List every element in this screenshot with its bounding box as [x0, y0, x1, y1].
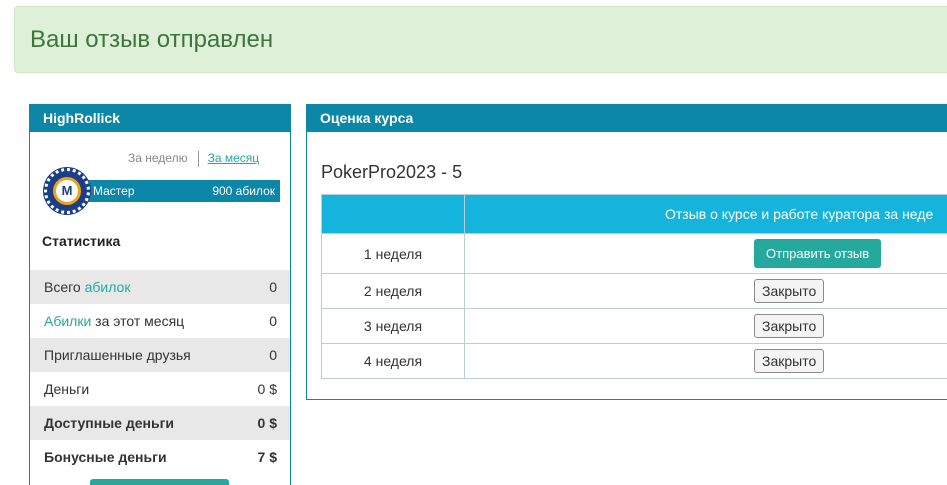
period-switch: За неделю За месяц: [128, 151, 259, 167]
stat-label: за этот месяц: [91, 313, 185, 329]
rank-chip-icon: M: [44, 168, 90, 214]
abilities-month-link[interactable]: Абилки: [44, 313, 91, 329]
period-month-tab[interactable]: За месяц: [208, 151, 260, 165]
abilities-link[interactable]: абилок: [85, 279, 131, 295]
header-review: Отзыв о курсе и работе куратора за неде: [464, 194, 947, 234]
stat-row-available-money: Доступные деньги 0 $: [30, 406, 290, 440]
table-row: 2 неделя Закрыто: [321, 273, 947, 309]
rank-chip-letter: M: [53, 177, 81, 205]
send-review-button[interactable]: Отправить отзыв: [754, 239, 882, 268]
stat-value: 0: [269, 279, 277, 295]
stat-label: Приглашенные друзья: [44, 347, 191, 363]
stat-value: 0 $: [257, 381, 277, 397]
rank-points: 900 абилок: [212, 184, 275, 198]
stat-value: 0 $: [257, 415, 277, 431]
stat-row-month-abilities: Абилки за этот месяц 0: [30, 304, 290, 338]
stat-value: 0: [269, 313, 277, 329]
review-cell: Отправить отзыв: [464, 233, 947, 274]
stat-label: Деньги: [44, 381, 90, 397]
profile-action-button[interactable]: [90, 479, 229, 485]
stat-value: 0: [269, 347, 277, 363]
week-cell: 2 неделя: [321, 273, 465, 309]
success-alert: Ваш отзыв отправлен: [14, 6, 947, 73]
review-cell: Закрыто: [464, 343, 947, 379]
stat-row-money: Деньги 0 $: [30, 372, 290, 406]
table-header-row: Отзыв о курсе и работе куратора за неде: [321, 194, 947, 234]
review-cell: Закрыто: [464, 308, 947, 344]
closed-button[interactable]: Закрыто: [754, 349, 825, 373]
rank-name: Мастер: [93, 184, 135, 198]
period-divider: [197, 151, 199, 167]
profile-panel: HighRollick За неделю За месяц Мастер 900…: [29, 104, 291, 485]
profile-username: HighRollick: [30, 104, 290, 132]
closed-button[interactable]: Закрыто: [754, 314, 825, 338]
table-row: 1 неделя Отправить отзыв: [321, 233, 947, 274]
stat-row-invited-friends: Приглашенные друзья 0: [30, 338, 290, 372]
review-table: Отзыв о курсе и работе куратора за неде …: [321, 194, 947, 379]
alert-message: Ваш отзыв отправлен: [30, 26, 274, 53]
table-row: 4 неделя Закрыто: [321, 343, 947, 379]
stat-row-bonus-money: Бонусные деньги 7 $: [30, 440, 290, 474]
header-week: [321, 194, 465, 234]
stat-value: 7 $: [257, 449, 277, 465]
course-panel-title: Оценка курса: [307, 104, 947, 132]
stats-list: Всего абилок 0 Абилки за этот месяц 0 Пр…: [30, 270, 290, 474]
stat-row-total-abilities: Всего абилок 0: [30, 270, 290, 304]
stat-label: Бонусные деньги: [44, 449, 167, 465]
closed-button[interactable]: Закрыто: [754, 279, 825, 303]
stats-title: Статистика: [42, 233, 121, 249]
course-title: PokerPro2023 - 5: [321, 162, 463, 182]
stat-label: Доступные деньги: [44, 415, 175, 431]
week-cell: 3 неделя: [321, 308, 465, 344]
review-cell: Закрыто: [464, 273, 947, 309]
stat-label: Всего: [44, 279, 85, 295]
course-review-panel: Оценка курса PokerPro2023 - 5 Отзыв о ку…: [306, 104, 947, 400]
table-row: 3 неделя Закрыто: [321, 308, 947, 344]
week-cell: 1 неделя: [321, 233, 465, 274]
period-week-tab[interactable]: За неделю: [128, 151, 188, 165]
week-cell: 4 неделя: [321, 343, 465, 379]
